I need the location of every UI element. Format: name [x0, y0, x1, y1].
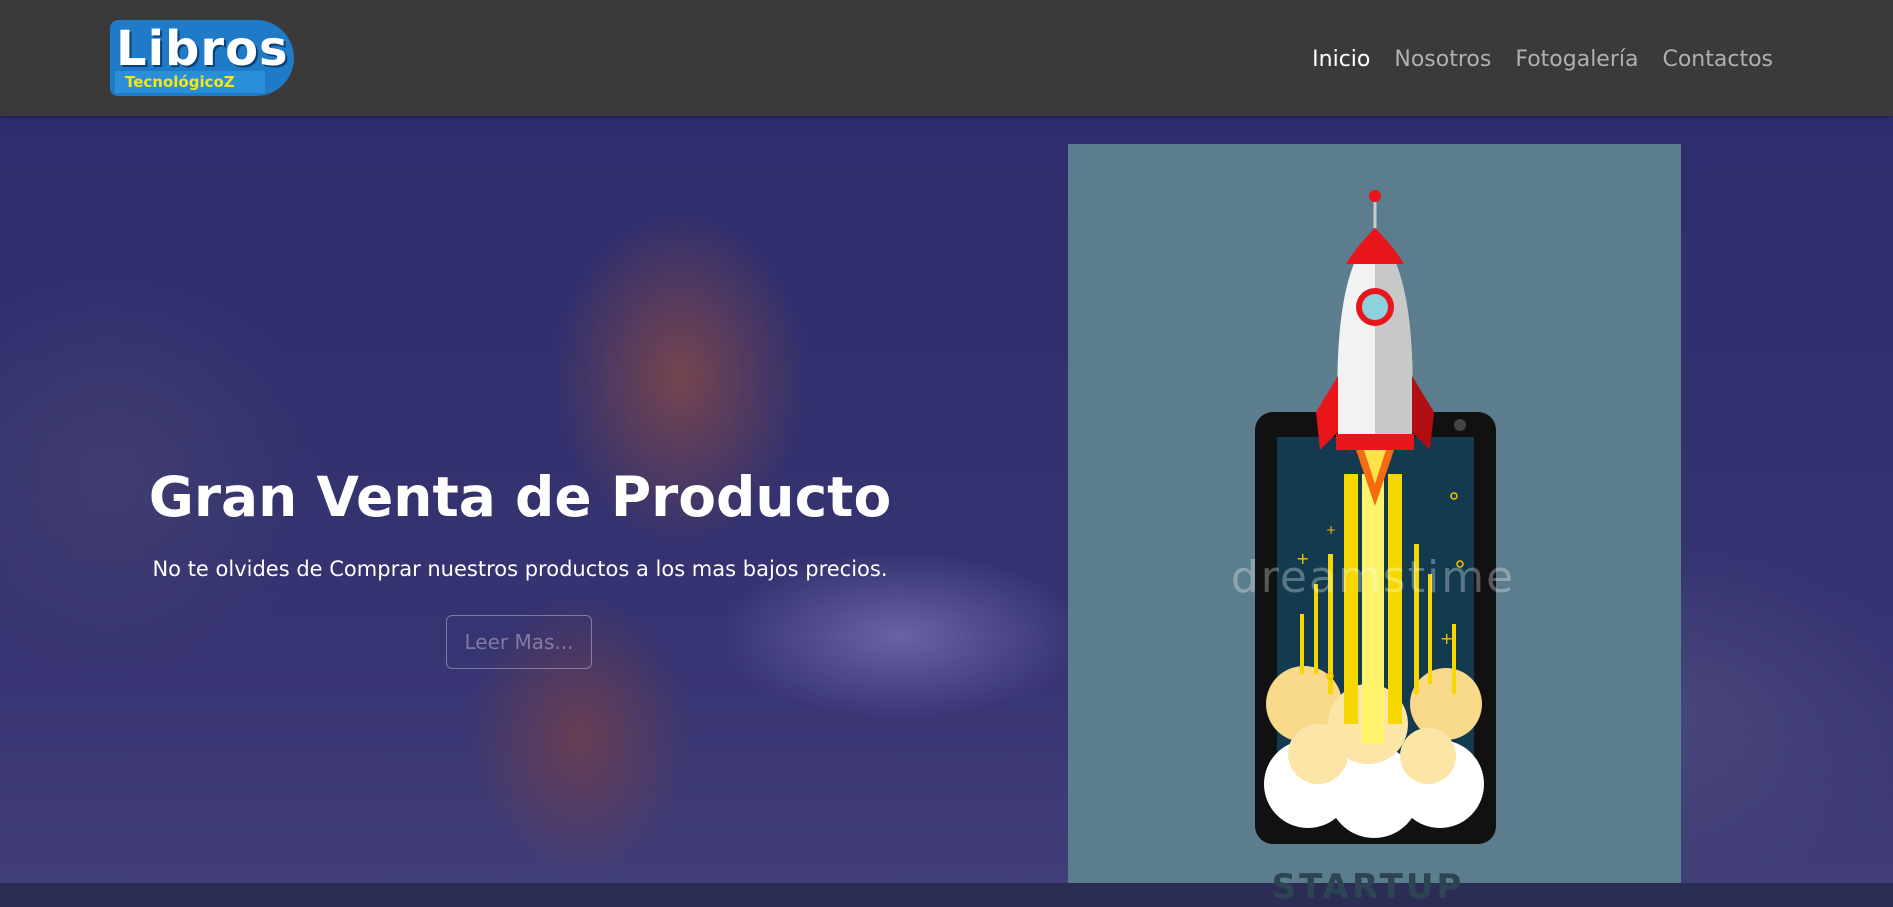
logo[interactable]: Libros TecnológicoZ — [110, 20, 294, 96]
navbar: Libros TecnológicoZ Inicio Nosotros Foto… — [0, 0, 1893, 116]
logo-sub-band: TecnológicoZ — [115, 71, 265, 93]
hero-subtitle: No te olvides de Comprar nuestros produc… — [152, 557, 888, 581]
nav-item-fotogaleria[interactable]: Fotogalería — [1515, 40, 1638, 80]
panel-caption: STARTUP — [1271, 867, 1465, 907]
illustration-panel: + + + dreamstime STARTUP — [1068, 144, 1681, 904]
watermark-text: dreamstime — [1230, 552, 1516, 603]
svg-text:+: + — [1440, 629, 1453, 648]
nav-item-contactos[interactable]: Contactos — [1662, 40, 1773, 80]
read-more-button[interactable]: Leer Mas... — [446, 615, 592, 669]
svg-text:+: + — [1326, 523, 1336, 537]
main-nav: Inicio Nosotros Fotogalería Contactos — [1312, 40, 1773, 80]
hero-title: Gran Venta de Producto — [148, 465, 892, 529]
logo-sub-text: TecnológicoZ — [125, 73, 235, 91]
startup-illustration: + + + — [1255, 190, 1496, 844]
logo-main-text: Libros — [116, 21, 289, 77]
nav-item-nosotros[interactable]: Nosotros — [1394, 40, 1491, 80]
nav-item-inicio[interactable]: Inicio — [1312, 40, 1370, 80]
